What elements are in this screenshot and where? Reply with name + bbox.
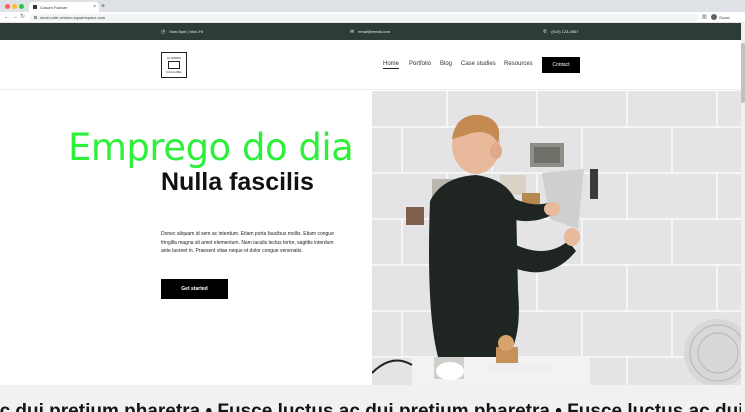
new-tab-icon[interactable]: +	[101, 2, 105, 11]
window-maximize-dot[interactable]	[19, 4, 24, 9]
logo-mark-icon	[168, 61, 180, 69]
get-started-button[interactable]: Get started	[161, 279, 228, 299]
sidebar-icon[interactable]: ▥	[702, 13, 707, 22]
site-logo[interactable]: CUSURN FACLURE	[161, 52, 187, 78]
site-header: CUSURN FACLURE Home Portfolio Blog Case …	[0, 40, 741, 90]
mail-icon: ✉	[350, 28, 355, 35]
top-info-bar: ◷ 9am-5pm | Mon-Fri ✉ email@email.com ✆ …	[0, 23, 741, 40]
browser-tab-bar: Cusurn Faclure × +	[0, 0, 745, 12]
url-text: seven-site-version.squarespace.com	[40, 15, 106, 20]
marquee-banner: ac dui pretium pharetra • Fusce luctus a…	[0, 385, 741, 412]
email-text[interactable]: email@email.com	[358, 29, 390, 34]
hero-body-text: Donec aliquam id sem ac interdum. Etiam …	[161, 231, 334, 255]
logo-top-text: CUSURN	[166, 56, 182, 60]
overlay-caption: Emprego do dia	[68, 126, 354, 169]
logo-bottom-text: FACLURE	[166, 70, 182, 74]
user-avatar-icon[interactable]	[711, 14, 717, 20]
hours-text: 9am-5pm | Mon-Fri	[169, 29, 204, 34]
window-close-dot[interactable]	[5, 4, 10, 9]
phone-icon: ✆	[543, 28, 548, 35]
back-icon[interactable]: ←	[4, 13, 10, 22]
browser-tab[interactable]: Cusurn Faclure ×	[29, 2, 99, 12]
lock-icon	[34, 16, 37, 19]
hero-title: Nulla fascilis	[161, 168, 314, 196]
nav-portfolio[interactable]: Portfolio	[409, 61, 431, 67]
reload-icon[interactable]: ↻	[20, 13, 25, 22]
browser-toolbar: ← → ↻ seven-site-version.squarespace.com…	[0, 12, 745, 23]
guest-label[interactable]: Guest	[719, 13, 730, 22]
address-bar[interactable]: seven-site-version.squarespace.com	[30, 14, 698, 21]
hero-photo-illustration	[372, 91, 741, 385]
nav-home[interactable]: Home	[383, 61, 400, 69]
nav-blog[interactable]: Blog	[440, 61, 452, 67]
nav-resources[interactable]: Resources	[504, 61, 533, 67]
forward-icon[interactable]: →	[12, 13, 18, 22]
hours-info: ◷ 9am-5pm | Mon-Fri	[161, 23, 203, 40]
scrollbar-thumb[interactable]	[741, 43, 745, 103]
contact-button[interactable]: Contact	[542, 57, 580, 73]
nav-case-studies[interactable]: Case studies	[461, 61, 496, 67]
email-info[interactable]: ✉ email@email.com	[350, 23, 390, 40]
favicon-icon	[33, 5, 37, 9]
clock-icon: ◷	[161, 28, 166, 35]
phone-info[interactable]: ✆ (619) 123-4567	[543, 23, 579, 40]
tab-title: Cusurn Faclure	[40, 4, 68, 10]
window-minimize-dot[interactable]	[12, 4, 17, 9]
tab-close-icon[interactable]: ×	[93, 4, 96, 10]
phone-text[interactable]: (619) 123-4567	[551, 29, 578, 34]
page-scrollbar[interactable]	[741, 23, 745, 412]
hero-photo	[372, 91, 741, 385]
marquee-text: ac dui pretium pharetra • Fusce luctus a…	[0, 401, 741, 412]
